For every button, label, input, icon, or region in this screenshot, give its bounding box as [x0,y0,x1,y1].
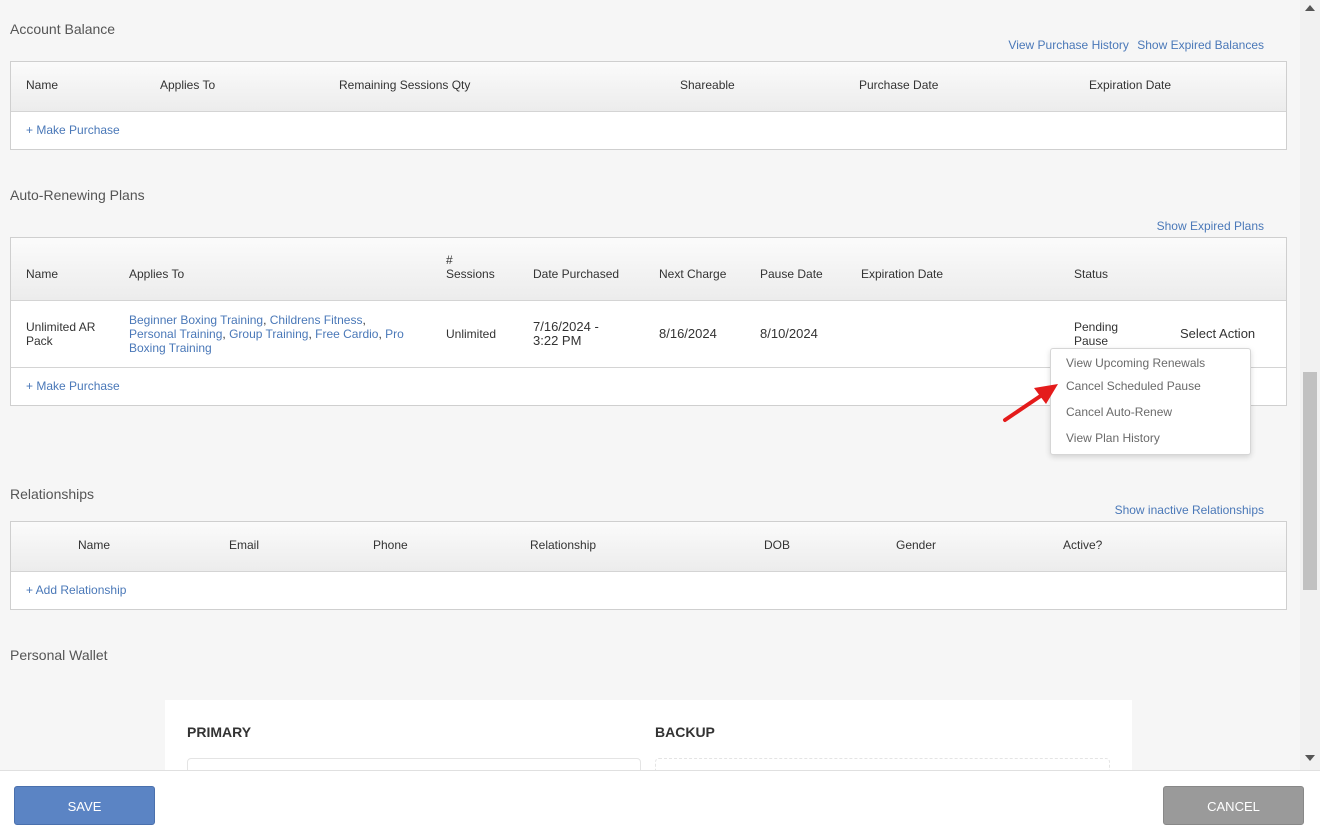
applies-link[interactable]: Beginner Boxing Training [129,313,263,327]
col-sessions: Sessions [446,267,495,281]
make-purchase-link[interactable]: + Make Purchase [26,123,120,137]
status-line2: Pause [1074,334,1109,348]
applies-link[interactable]: Personal Training [129,327,222,341]
wallet-panel: PRIMARY BACKUP [165,700,1132,770]
applies-link[interactable]: Free Cardio [315,327,378,341]
pause-date-link[interactable]: 8/10/2024 [760,327,818,341]
cancel-button[interactable]: CANCEL [1163,786,1304,825]
sessions-value: Unlimited [446,327,497,341]
menu-item-cancel-scheduled-pause[interactable]: Cancel Scheduled Pause [1066,379,1201,393]
make-purchase-link[interactable]: + Make Purchase [26,379,120,393]
relationships-title: Relationships [10,486,95,502]
relationships-table: Name Email Phone Relationship DOB Gender… [10,521,1287,610]
col-date-purchased: Date Purchased [533,267,620,281]
scroll-thumb[interactable] [1303,372,1317,590]
auto-renewing-title: Auto-Renewing Plans [10,187,145,203]
col-gender: Gender [896,538,937,552]
col-applies-to: Applies To [129,267,185,281]
account-balance-title: Account Balance [10,21,116,37]
primary-card-slot[interactable] [187,758,641,770]
date-purchased-value: 7/16/2024 - 3:22 PM [533,320,599,348]
backup-heading: BACKUP [655,724,715,740]
col-pause-date: Pause Date [760,267,823,281]
col-phone: Phone [373,538,408,552]
auto-renewing-links: Show Expired Plans [1152,219,1264,233]
applies-link[interactable]: Boxing Training [129,341,212,355]
account-balance-table: Name Applies To Remaining Sessions Qty S… [10,61,1287,150]
menu-item-view-plan-history[interactable]: View Plan History [1066,431,1160,445]
col-name: Name [26,267,59,281]
plan-name-line1: Unlimited AR [26,320,96,334]
relationships-links: Show inactive Relationships [1110,503,1264,517]
select-action-menu: View Upcoming Renewals Cancel Scheduled … [1050,348,1251,455]
col-dob: DOB [764,538,791,552]
status-line1: Pending [1074,320,1119,334]
add-relationship-row: + Add Relationship [11,572,1286,609]
plan-name-link[interactable]: Unlimited AR Pack [26,320,95,348]
applies-link[interactable]: Pro [385,327,404,341]
col-applies-to: Applies To [160,78,216,92]
col-active: Active? [1063,538,1103,552]
table-header: Name Applies To Remaining Sessions Qty S… [11,62,1286,112]
col-relationship: Relationship [530,538,597,552]
show-expired-plans-link[interactable]: Show Expired Plans [1157,219,1264,233]
col-remaining-sessions: Remaining Sessions Qty [339,78,471,92]
status-value: Pending Pause [1074,320,1118,348]
table-header: Name Email Phone Relationship DOB Gender… [11,522,1286,572]
table-header: Name Applies To # Sessions Date Purchase… [11,238,1286,301]
make-purchase-row: + Make Purchase [11,112,1286,149]
date-line2: 3:22 PM [533,333,582,348]
col-sessions-hash: # [446,253,453,267]
col-name: Name [78,538,111,552]
menu-item-cancel-auto-renew[interactable]: Cancel Auto-Renew [1066,405,1172,419]
applies-link[interactable]: Group Training [229,327,308,341]
scroll-up-icon[interactable] [1305,5,1315,11]
backup-card-slot[interactable] [655,758,1110,770]
red-arrow-icon [1003,384,1058,422]
add-relationship-link[interactable]: + Add Relationship [26,583,126,597]
scroll-down-icon[interactable] [1305,755,1315,761]
show-expired-balances-link[interactable]: Show Expired Balances [1137,38,1264,52]
personal-wallet-title: Personal Wallet [10,647,108,663]
select-action-dropdown[interactable]: Select Action [1180,327,1255,341]
next-charge-link[interactable]: 8/16/2024 [659,327,717,341]
applies-to-cell: Beginner Boxing Training, Childrens Fitn… [129,313,404,355]
date-line1: 7/16/2024 - [533,319,599,334]
col-status: Status [1074,267,1109,281]
col-shareable: Shareable [680,78,735,92]
main-content: Account Balance View Purchase History Sh… [0,0,1300,770]
view-purchase-history-link[interactable]: View Purchase History [1008,38,1129,52]
col-expiration-date: Expiration Date [861,267,944,281]
save-button[interactable]: SAVE [14,786,155,825]
col-next-charge: Next Charge [659,267,727,281]
col-email: Email [229,538,260,552]
account-balance-links: View Purchase History Show Expired Balan… [1003,38,1264,52]
col-expiration-date: Expiration Date [1089,78,1172,92]
bottom-action-bar: SAVE CANCEL [0,770,1320,836]
col-purchase-date: Purchase Date [859,78,939,92]
show-inactive-relationships-link[interactable]: Show inactive Relationships [1115,503,1264,517]
vertical-scrollbar[interactable] [1300,0,1320,770]
applies-link[interactable]: Childrens Fitness [270,313,363,327]
col-name: Name [26,78,59,92]
plan-name-line2: Pack [26,334,53,348]
primary-heading: PRIMARY [187,724,252,740]
menu-item-view-upcoming-renewals[interactable]: View Upcoming Renewals [1066,356,1205,370]
